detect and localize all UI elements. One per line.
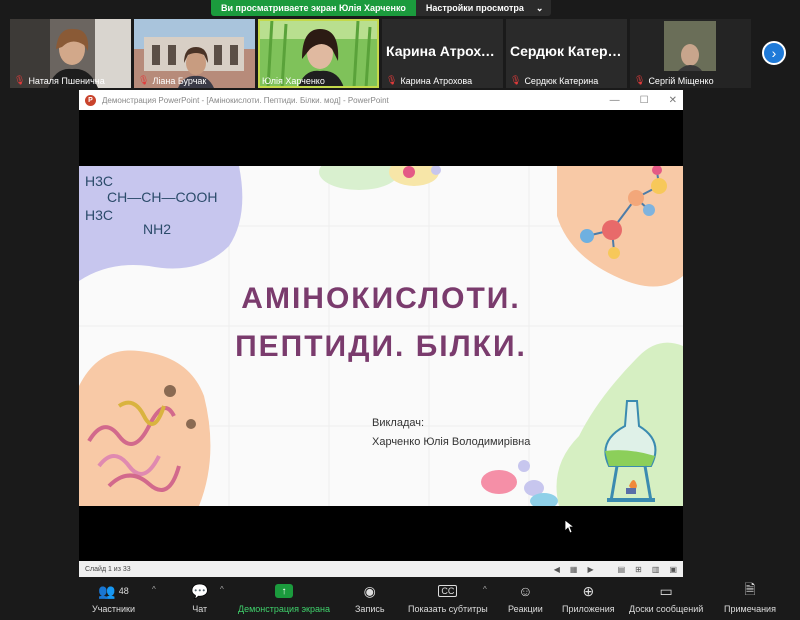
share-screen-label: Демонстрация экрана [238,604,330,614]
participant-name-row: Юлія Харченко [262,76,325,86]
close-icon[interactable]: ✕ [669,95,677,106]
formula-h3c-top: H3C [85,173,113,189]
slide-title-line-1: АМІНОКИСЛОТИ. [241,282,521,315]
next-slide-icon[interactable]: ▶ [587,565,593,574]
ppt-titlebar: P Демонстрация PowerPoint - [Амінокислот… [79,90,683,110]
powerpoint-window: P Демонстрация PowerPoint - [Амінокислот… [79,90,683,577]
participant-tile[interactable]: Сердюк Катери... 🎙 Сердюк Катерина [506,19,627,88]
notes-label: Примечания [724,604,776,614]
participants-caret-icon[interactable]: ^ [152,585,156,594]
participant-tile-active[interactable]: Юлія Харченко [258,19,379,88]
whiteboards-label: Доски сообщений [629,604,704,614]
slide-grid-icon[interactable]: ▦ [570,565,578,574]
captions-label: Показать субтитры [408,604,488,614]
participant-name: Ліана Бурчак [152,75,207,86]
minimize-icon[interactable]: — [610,95,620,106]
share-screen-button[interactable]: ↑ Демонстрация экрана [238,582,330,614]
formula-chain: CH—CH—COOH [107,189,217,205]
window-controls: — ☐ ✕ [610,95,677,106]
participant-tile[interactable]: 🎙 Наталя Пшенична [10,19,131,88]
chat-icon: 💬 [191,582,209,599]
share-screen-icon: ↑ [274,584,293,598]
participant-name: Карина Атрохова [400,75,473,86]
slideshow-view-icon[interactable]: ▣ [669,565,677,574]
slide-canvas[interactable]: H3C CH—CH—COOH H3C NH2 АМІНОКИСЛОТИ. ПЕП… [79,166,683,506]
participant-name-row: 🎙 Карина Атрохова [386,75,472,86]
lecturer-name: Харченко Юлія Володимирівна [372,436,531,448]
chevron-right-icon: › [771,45,777,61]
chat-label: Чат [192,604,208,614]
reactions-label: Реакции [508,604,543,614]
mic-muted-icon: 🎙 [14,75,26,85]
share-banner: Ви просматриваете экран Юлія Харченко На… [211,0,552,16]
participant-name: Наталя Пшенична [28,75,105,86]
apps-label: Приложения [562,604,615,614]
participants-label: Участники [92,604,135,614]
powerpoint-icon: P [85,94,96,106]
closed-captions-icon: CC [438,585,458,597]
record-label: Запись [355,604,385,614]
mic-muted-icon: 🎙 [386,75,398,85]
ppt-window-title: Демонстрация PowerPoint - [Амінокислоти.… [102,95,389,105]
participant-tile[interactable]: 🎙 Сергій Міщенко [630,19,751,88]
captions-caret-icon[interactable]: ^ [483,585,487,594]
participant-tile[interactable]: Карина Атрохо... 🎙 Карина Атрохова [382,19,503,88]
participant-name: Сердюк Катерина [524,75,599,86]
mic-muted-icon: 🎙 [634,75,646,85]
amino-acid-formula: H3C CH—CH—COOH H3C NH2 [85,173,217,237]
participant-name: Сергій Міщенко [648,75,714,86]
mic-muted-icon: 🎙 [138,75,150,85]
zoom-window: Ви просматриваете экран Юлія Харченко На… [0,0,800,620]
notes-icon: 🗎 [744,581,756,597]
participant-name: Юлія Харченко [262,76,325,86]
meeting-toolbar: 👥 48 Участники ^ 💬 Чат ^ ↑ Демонстрация э… [0,579,800,620]
participant-name-row: 🎙 Сердюк Катерина [510,75,598,86]
participant-name-row: 🎙 Ліана Бурчак [138,75,206,86]
reactions-button[interactable]: ☺ Реакции [508,582,543,614]
chevron-down-icon: ⌄ [535,3,544,13]
participants-button[interactable]: 👥 48 Участники [92,582,135,615]
maximize-icon[interactable]: ☐ [640,95,649,106]
slide-counter: Слайд 1 из 33 [85,565,131,573]
chat-caret-icon[interactable]: ^ [220,585,224,594]
participant-tile[interactable]: 🎙 Ліана Бурчак [134,19,255,88]
participant-name-large: Сердюк Катери... [510,43,623,59]
captions-button[interactable]: CC Показать субтитры [408,582,488,614]
notes-button[interactable]: 🗎 Примечания [724,581,776,614]
record-button[interactable]: ◉ Запись [355,582,385,615]
viewing-screen-label: Ви просматриваете экран Юлія Харченко [211,0,416,16]
reactions-icon: ☺ [518,583,533,599]
formula-h3c-bottom: H3C [85,207,113,223]
lecturer-label: Викладач: [372,417,425,429]
view-options-button[interactable]: Настройки просмотра ⌄ [415,0,552,16]
participant-name-large: Карина Атрохо... [386,43,499,59]
participant-name-row: 🎙 Наталя Пшенична [14,75,105,86]
sorter-view-icon[interactable]: ⊞ [635,565,642,574]
whiteboard-icon: ▭ [659,582,673,599]
participants-icon: 👥 [98,582,116,599]
reading-view-icon[interactable]: ▥ [652,565,660,574]
formula-nh2: NH2 [143,221,171,237]
view-options-label: Настройки просмотра [425,3,524,13]
chat-button[interactable]: 💬 Чат [191,582,209,615]
prev-slide-icon[interactable]: ◀ [554,565,560,574]
slideshow-controls: ◀ ▦ ▶ ▤ ⊞ ▥ ▣ [554,565,677,574]
ppt-statusbar: Слайд 1 из 33 ◀ ▦ ▶ ▤ ⊞ ▥ ▣ [79,561,683,577]
mic-muted-icon: 🎙 [510,75,522,85]
apps-icon: ⊕ [582,582,595,599]
slide-title-line-2: ПЕПТИДИ. БІЛКИ. [235,330,527,363]
participants-count: 48 [118,586,129,596]
whiteboards-button[interactable]: ▭ Доски сообщений [629,582,704,615]
participant-strip: 🎙 Наталя Пшенична 🎙 Ліана Бурчак Юлія Ха… [10,19,790,89]
next-page-button[interactable]: › [762,41,786,65]
apps-button[interactable]: ⊕ Приложения [562,582,615,615]
participant-name-row: 🎙 Сергій Міщенко [634,75,714,86]
record-icon: ◉ [363,582,376,599]
mouse-cursor-icon [565,520,575,534]
normal-view-icon[interactable]: ▤ [618,565,626,574]
